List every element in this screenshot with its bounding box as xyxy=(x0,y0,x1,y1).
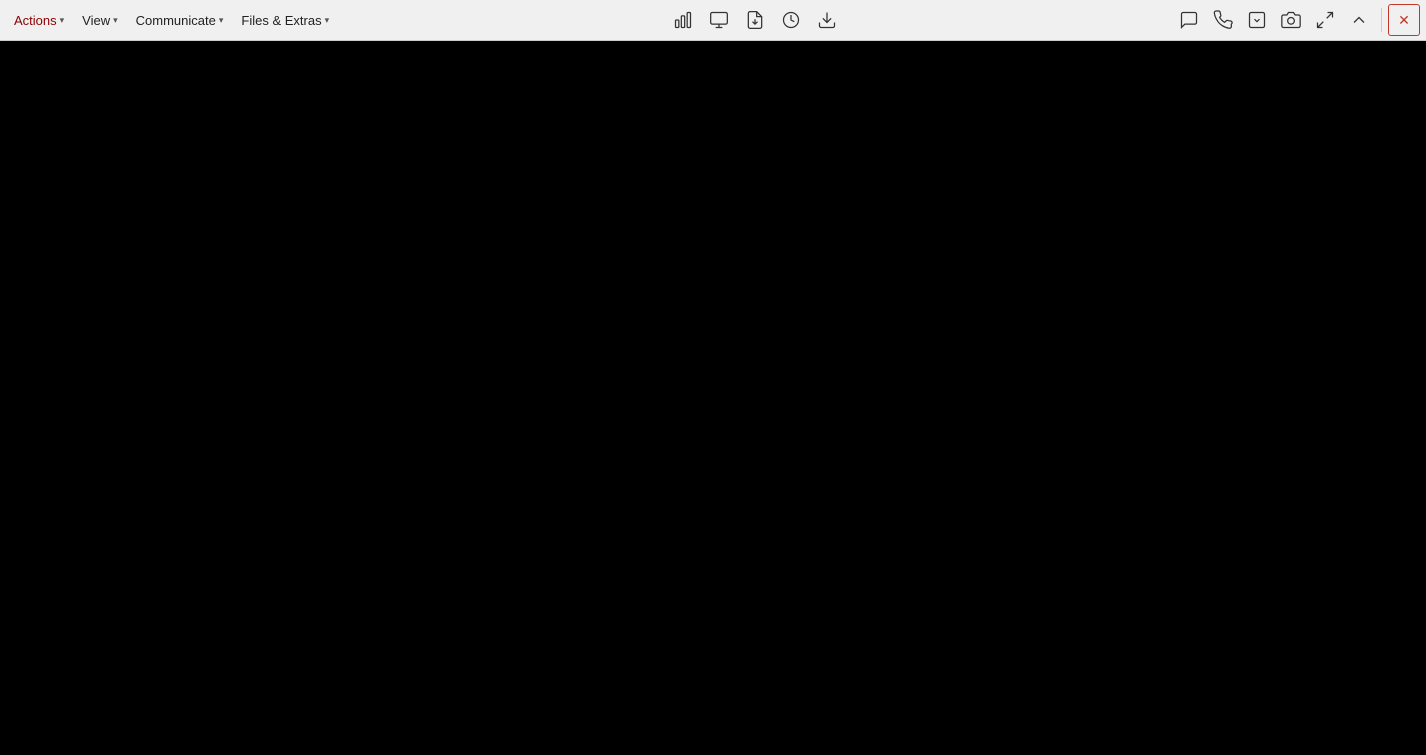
toolbar-right: ✕ xyxy=(1173,4,1420,36)
view-label: View xyxy=(82,13,110,28)
menu-communicate[interactable]: Communicate ▾ xyxy=(128,9,232,32)
chat-button[interactable] xyxy=(1173,5,1205,35)
chat-icon xyxy=(1179,10,1199,30)
menu-actions[interactable]: Actions ▾ xyxy=(6,9,72,32)
file-transfer-button[interactable] xyxy=(739,5,771,35)
phone-icon xyxy=(1213,10,1233,30)
files-extras-chevron: ▾ xyxy=(325,15,330,26)
menu-files-extras[interactable]: Files & Extras ▾ xyxy=(233,9,337,32)
files-extras-label: Files & Extras xyxy=(241,13,321,28)
toolbar-center xyxy=(667,5,843,35)
close-button[interactable]: ✕ xyxy=(1388,4,1420,36)
chevron-up-button[interactable] xyxy=(1343,5,1375,35)
toolbar-separator xyxy=(1381,8,1382,32)
close-icon: ✕ xyxy=(1398,12,1410,29)
menu-view[interactable]: View ▾ xyxy=(74,9,125,32)
session-info-icon xyxy=(781,10,801,30)
session-info-button[interactable] xyxy=(775,5,807,35)
file-transfer-icon xyxy=(745,10,765,30)
toolbar: Actions ▾ View ▾ Communicate ▾ Files & E… xyxy=(0,0,1426,41)
chevron-up-icon xyxy=(1349,10,1369,30)
screenshot-icon xyxy=(1281,10,1301,30)
phone-button[interactable] xyxy=(1207,5,1239,35)
communicate-chevron: ▾ xyxy=(219,15,224,26)
stats-button[interactable] xyxy=(667,5,699,35)
display-button[interactable] xyxy=(703,5,735,35)
download-button[interactable] xyxy=(811,5,843,35)
communicate-label: Communicate xyxy=(136,13,216,28)
download-icon xyxy=(817,10,837,30)
screenshot-button[interactable] xyxy=(1275,5,1307,35)
fullscreen-icon xyxy=(1315,10,1335,30)
remote-control-icon xyxy=(1247,10,1267,30)
view-chevron: ▾ xyxy=(113,15,118,26)
main-content xyxy=(0,41,1426,755)
actions-chevron: ▾ xyxy=(60,15,65,26)
toolbar-left: Actions ▾ View ▾ Communicate ▾ Files & E… xyxy=(6,9,337,32)
fullscreen-button[interactable] xyxy=(1309,5,1341,35)
stats-icon xyxy=(673,10,693,30)
actions-label: Actions xyxy=(14,13,57,28)
display-icon xyxy=(709,10,729,30)
remote-control-button[interactable] xyxy=(1241,5,1273,35)
